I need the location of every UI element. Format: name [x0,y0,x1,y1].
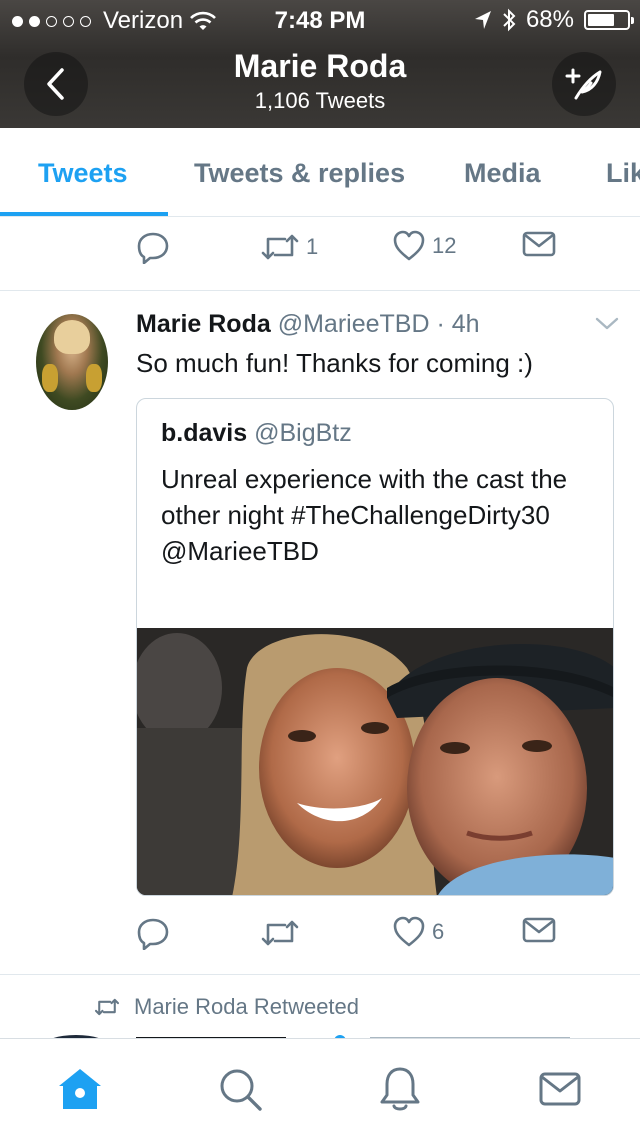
notifications-icon [380,1067,420,1111]
retweet-icon [94,998,120,1016]
messages-icon [539,1072,581,1106]
retweet-icon [261,234,299,260]
tweet-author-name[interactable]: Marie Roda [136,310,271,338]
avatar[interactable] [36,314,108,410]
search-tab[interactable] [216,1065,264,1113]
profile-tabs: Tweets Tweets & replies Media Lik [0,128,640,217]
quoted-author-handle: @BigBtz [254,419,352,447]
retweet-button[interactable]: 1 [260,230,318,264]
tweet-header: Marie Roda @MarieeTBD · 4h [136,310,480,339]
heart-icon [393,230,425,261]
active-tab-indicator [0,212,168,216]
reply-icon [137,918,169,950]
bottom-tab-bar [0,1038,640,1137]
profile-header: Verizon 7:48 PM 68% Marie Roda 1,106 Twe… [0,0,640,128]
tweet-author-handle[interactable]: @MarieeTBD [278,310,430,338]
heart-icon [393,916,425,947]
quoted-tweet-text: Unreal experience with the cast the othe… [161,464,568,566]
like-button[interactable]: 12 [392,230,456,262]
prev-tweet-actions: 1 12 [0,230,640,282]
status-right: 68% [474,6,634,34]
tab-likes[interactable]: Lik [606,158,640,189]
like-button[interactable]: 6 [392,916,444,948]
envelope-icon [522,231,556,257]
envelope-icon [522,917,556,943]
tweet-text: So much fun! Thanks for coming :) [136,348,533,378]
retweet-button[interactable] [260,916,300,950]
tweet-divider [0,974,640,975]
bluetooth-icon [503,8,516,32]
home-icon [59,1069,101,1109]
quoted-tweet[interactable]: b.davis @BigBtz Unreal experience with t… [136,398,614,896]
retweet-icon [261,920,299,946]
home-tab[interactable] [56,1065,104,1113]
retweeted-label: Marie Roda Retweeted [134,994,360,1019]
reply-button[interactable] [136,230,170,264]
reply-button[interactable] [136,916,170,950]
like-count: 6 [432,919,445,944]
messages-tab[interactable] [536,1065,584,1113]
search-icon [220,1069,262,1111]
tweet-divider [0,290,640,291]
retweet-count: 1 [306,234,319,259]
retweeted-indicator: Marie Roda Retweeted [94,994,359,1020]
battery-icon [584,10,634,30]
selfie-photo [137,628,613,895]
status-bar: Verizon 7:48 PM 68% [0,0,640,40]
location-arrow-icon [474,11,491,29]
next-tweet-peek [40,1030,640,1038]
notifications-tab[interactable] [376,1065,424,1113]
quoted-tweet-header: b.davis @BigBtz [161,419,352,448]
quoted-tweet-photo[interactable] [137,628,613,895]
tweet-count: 1,106 Tweets [254,88,386,113]
compose-quill-icon [565,68,602,100]
profile-name: Marie Roda [233,48,407,84]
tab-tweets-and-replies[interactable]: Tweets & replies [194,158,405,189]
tweet-options-button[interactable] [594,316,620,337]
tab-media[interactable]: Media [464,158,541,189]
direct-message-button[interactable] [522,230,556,258]
tweet-timestamp: · 4h [429,310,480,338]
direct-message-button[interactable] [522,916,556,944]
quoted-author-name: b.davis [161,419,248,447]
reply-icon [137,232,169,264]
tab-tweets[interactable]: Tweets [38,158,128,189]
tweet-actions: 6 [0,916,640,968]
chevron-down-icon [595,317,619,330]
compose-tweet-button[interactable] [552,52,616,116]
like-count: 12 [432,233,457,258]
battery-percent: 68% [525,6,574,33]
